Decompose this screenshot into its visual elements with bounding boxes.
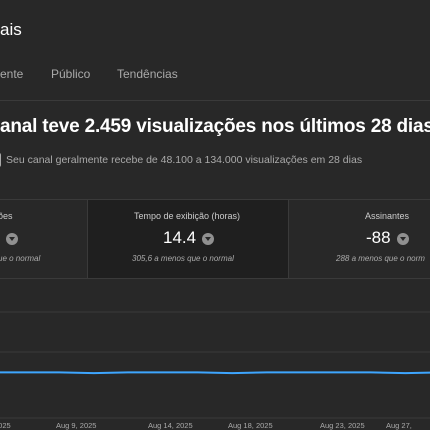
info-icon (0, 153, 1, 167)
chart-x-tick-label: Aug 23, 2025 (320, 421, 365, 430)
summary-headline: anal teve 2.459 visualizações nos último… (0, 116, 430, 137)
subscribers-card-value: -88 (366, 228, 409, 248)
subscribers-card-title: Assinantes (365, 211, 410, 221)
watch-time-value-text: 14.4 (163, 228, 197, 247)
tab-publico[interactable]: Público (51, 67, 90, 81)
tab-divider (0, 100, 430, 101)
watch-time-card-note: 305,6 a menos que o normal (132, 254, 234, 263)
views-chart: 2025 Aug 9, 2025 Aug 14, 2025 Aug 18, 2025 A… (0, 311, 430, 430)
watch-time-card[interactable]: Tempo de exibição (horas) 14.4 305,6 a m… (87, 200, 289, 278)
tab-tendencias[interactable]: Tendências (117, 67, 178, 81)
views-card-title: ões (0, 211, 13, 221)
views-card-value (0, 228, 18, 248)
views-card[interactable]: ões ue o normal (0, 200, 86, 278)
chart-x-tick-label: Aug 14, 2025 (148, 421, 193, 430)
views-card-note: ue o normal (0, 254, 41, 263)
tab-visao-geral[interactable]: ente (0, 67, 23, 81)
metric-cards: ões ue o normal Tempo de exibição (horas… (0, 199, 430, 279)
arrow-down-circle-icon (6, 232, 18, 245)
subscribers-card[interactable]: Assinantes -88 288 a menos que o norm (289, 200, 430, 278)
subscribers-card-note: 288 a menos que o norm (336, 254, 425, 263)
chart-series-line (0, 371, 430, 375)
chart-x-tick-label: Aug 18, 2025 (228, 421, 273, 430)
chart-x-tick-label: Aug 9, 2025 (56, 421, 96, 430)
watch-time-card-value: 14.4 (163, 228, 215, 248)
chart-x-tick-label: 2025 (0, 421, 11, 430)
watch-time-card-title: Tempo de exibição (horas) (134, 211, 241, 221)
page-title: ais (0, 20, 22, 39)
subscribers-value-text: -88 (366, 228, 391, 247)
arrow-down-circle-icon (396, 232, 409, 245)
arrow-down-circle-icon (202, 232, 215, 245)
summary-subheadline: Seu canal geralmente recebe de 48.100 a … (6, 154, 363, 166)
chart-x-tick-label: Aug 27, (386, 421, 412, 430)
